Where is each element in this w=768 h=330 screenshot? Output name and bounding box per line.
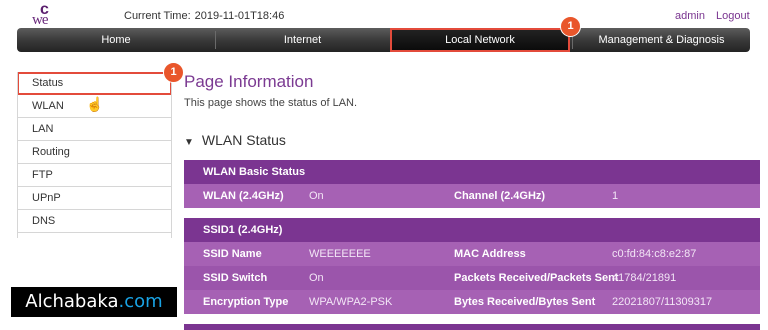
table-row: Encryption Type WPA/WPA2-PSK Bytes Recei…: [184, 290, 760, 314]
tab-internet[interactable]: Internet: [216, 28, 389, 52]
page-title: Page Information: [184, 72, 314, 91]
row-value: On: [309, 272, 324, 284]
panel-header: WLAN Basic Status: [184, 160, 760, 184]
watermark-tld: com: [124, 291, 163, 312]
row-value: c0:fd:84:c8:e2:87: [612, 248, 697, 260]
row-value: On: [309, 190, 324, 202]
page-description: This page shows the status of LAN.: [184, 97, 358, 109]
row-key: MAC Address: [454, 248, 526, 260]
row-key: Channel (2.4GHz): [454, 190, 546, 202]
row-value: 41784/21891: [612, 272, 677, 284]
hand-cursor-icon: ☝: [86, 96, 104, 112]
we-logo[interactable]: c we: [26, 2, 60, 28]
row-key: Bytes Received/Bytes Sent: [454, 296, 596, 308]
row-value: WPA/WPA2-PSK: [309, 296, 393, 308]
row-value: 1: [612, 190, 619, 202]
tab-local-network[interactable]: Local Network: [390, 28, 570, 52]
current-time-value: 2019-11-01T18:46: [194, 10, 285, 22]
table-row: WLAN (2.4GHz) On Channel (2.4GHz) 1: [184, 184, 760, 208]
row-value: 22021807/11309317: [612, 296, 713, 308]
sidebar-item-status[interactable]: Status: [17, 72, 172, 95]
row-key: SSID Switch: [203, 272, 268, 284]
current-time-label: Current Time:: [124, 10, 191, 22]
sidebar-item-dns[interactable]: DNS: [17, 210, 172, 233]
wlan-basic-panel: WLAN Basic Status WLAN (2.4GHz) On Chann…: [184, 160, 760, 208]
section-toggle[interactable]: ▼ WLAN Status: [184, 132, 286, 148]
row-key: Encryption Type: [203, 296, 289, 308]
step-badge-nav: 1: [560, 16, 581, 37]
logo-text: we: [32, 12, 48, 28]
main-nav: Home Internet Local Network Management &…: [17, 28, 750, 52]
table-row: SSID Switch On Packets Received/Packets …: [184, 266, 760, 290]
tab-home[interactable]: Home: [17, 28, 215, 52]
ssid1-panel: SSID1 (2.4GHz) SSID Name WEEEEEEE MAC Ad…: [184, 218, 760, 330]
row-value: WEEEEEEE: [309, 248, 371, 260]
row-key: Packets Received/Packets Sent: [454, 272, 619, 284]
watermark: Alchabaka.com: [11, 287, 177, 317]
top-bar: c we Current Time: 2019-11-01T18:46 admin…: [0, 0, 768, 30]
table-row: SSID Name WEEEEEEE MAC Address c0:fd:84:…: [184, 242, 760, 266]
tab-management-diagnosis[interactable]: Management & Diagnosis: [573, 28, 750, 52]
collapse-triangle-icon: ▼: [184, 137, 194, 148]
user-link[interactable]: admin: [675, 10, 705, 22]
logout-link[interactable]: Logout: [716, 10, 750, 22]
section-title: WLAN Status: [201, 132, 286, 148]
watermark-main: Alchabaka: [25, 291, 119, 312]
panel-header: SSID1 (2.4GHz): [184, 218, 760, 242]
step-badge-sidebar: 1: [163, 62, 184, 83]
row-key: WLAN (2.4GHz): [203, 190, 284, 202]
sidebar-item-lan[interactable]: LAN: [17, 118, 172, 141]
row-key: SSID Name: [203, 248, 262, 260]
next-panel-edge: [184, 324, 760, 330]
sidebar-item-upnp[interactable]: UPnP: [17, 187, 172, 210]
sidebar-item-ftp[interactable]: FTP: [17, 164, 172, 187]
current-time: Current Time: 2019-11-01T18:46: [124, 10, 284, 22]
sidebar-item-routing[interactable]: Routing: [17, 141, 172, 164]
